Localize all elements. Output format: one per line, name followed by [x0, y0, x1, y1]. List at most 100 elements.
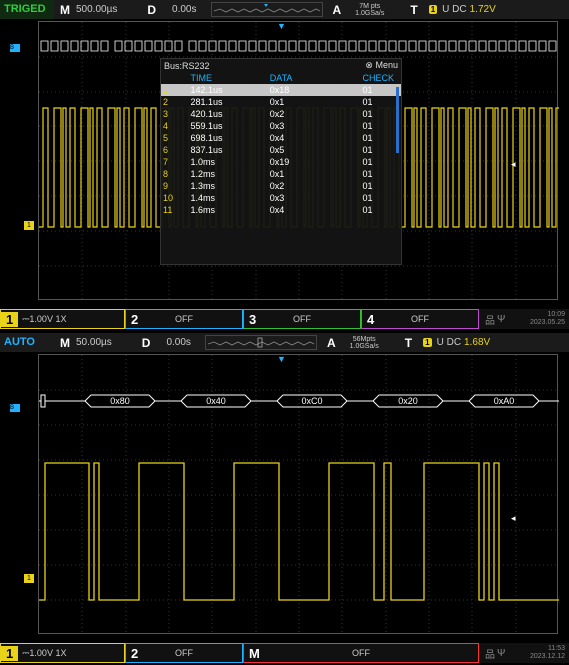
decode-cell-check: 01	[362, 85, 373, 95]
ch1-setting-text: 1.00V 1X	[29, 313, 67, 324]
menu-label: Menu	[375, 60, 398, 70]
memory-overview-2[interactable]	[204, 335, 317, 350]
ch1-number-2: 1	[1, 645, 19, 661]
decode-scrollbar[interactable]	[396, 87, 399, 153]
decode-cell-idx: 11	[163, 205, 173, 215]
ch1-setting-text-2: 1.00V 1X	[29, 647, 67, 658]
channel-bar-top: 1 ⎓1.00V 1X 2 OFF 3 OFF 4 OFF 品 Ψ 10:09 2…	[0, 309, 569, 329]
top-status-bar: TRIGED M 500.00µs D 0.00s A 7M pts 1.0GSa…	[0, 0, 569, 19]
bus-marker-icon[interactable]: B	[10, 404, 20, 412]
timebase-value[interactable]: 500.00µs	[76, 4, 117, 15]
ch4-box[interactable]: 4 OFF	[361, 309, 479, 329]
scope-panel-bottom: AUTO M 50.00µs D 0.00s A 56Mpts 1.0GSa/s …	[0, 333, 569, 665]
circle-x-icon[interactable]: ⊗	[365, 60, 373, 70]
scope-panel-top: TRIGED M 500.00µs D 0.00s A 7M pts 1.0GSa…	[0, 0, 569, 331]
col-time: TIME	[190, 73, 212, 83]
sample-rate-text-2: 1.0GSa/s	[349, 342, 379, 350]
decode-cell-time: 559.1us	[190, 121, 223, 131]
decode-header: Bus:RS232 ⊗ Menu	[161, 59, 401, 72]
decode-row[interactable]: 4 559.1us 0x3 01	[161, 120, 401, 132]
trig-type-2[interactable]: U DC	[437, 337, 461, 348]
trigger-status[interactable]: TRIGED	[0, 0, 54, 19]
decode-rows: 1 142.1us 0x18 01 2 281.1us 0x1 01 3 420.1us 0x2 01…	[161, 84, 401, 216]
decode-cell-check: 01	[362, 109, 373, 119]
decode-row[interactable]: 6 837.1us 0x5 01	[161, 144, 401, 156]
ch1-ground-marker-icon[interactable]: 1	[24, 574, 34, 583]
decode-cell-time: 1.3ms	[190, 181, 215, 191]
decode-cell-idx: 6	[163, 145, 169, 155]
decode-cell-data: 0x1	[269, 169, 285, 179]
waveform-svg-bottom: 0x80 0x40 0xC0 0x20 0xA0	[39, 355, 559, 635]
trig-level-2[interactable]: 1.68V	[464, 337, 490, 348]
trig-level-arrow-icon[interactable]: ◂	[511, 513, 516, 524]
mem-pts-text: 7M pts	[359, 2, 381, 10]
ch1-number: 1	[1, 311, 19, 327]
decode-table-popup[interactable]: Bus:RS232 ⊗ Menu TIME DATA CHECK 1 142.1u…	[160, 58, 402, 265]
mem-depth[interactable]: 7M pts 1.0GSa/s	[355, 3, 384, 17]
mem-depth-2[interactable]: 56Mpts 1.0GSa/s	[350, 336, 379, 350]
decode-row[interactable]: 11 1.6ms 0x4 01	[161, 204, 401, 216]
col-data: DATA	[269, 73, 293, 83]
trig-source-badge: 1	[428, 5, 438, 14]
decode-row[interactable]: 3 420.1us 0x2 01	[161, 108, 401, 120]
decode-cell-idx: 7	[163, 157, 169, 167]
decode-cell-data: 0x3	[269, 193, 285, 203]
trig-level-arrow-icon[interactable]: ◂	[511, 159, 516, 170]
bus-value: 0x20	[398, 396, 418, 406]
decode-cell-check: 01	[362, 97, 373, 107]
decode-cell-idx: 9	[163, 181, 169, 191]
ch1-setting: ⎓1.00V 1X	[22, 313, 67, 324]
trigger-status-auto[interactable]: AUTO	[0, 333, 54, 352]
decode-row[interactable]: 5 698.1us 0x4 01	[161, 132, 401, 144]
decode-cell-data: 0x2	[269, 109, 285, 119]
ch1-box-2[interactable]: 1 ⎓1.00V 1X	[0, 643, 125, 663]
clock: 10:09 2023.05.25	[530, 311, 565, 327]
trigger-pos-marker-icon[interactable]: ▼	[277, 354, 286, 364]
decode-cell-time: 281.1us	[190, 97, 223, 107]
usb-icon: Ψ	[497, 647, 506, 659]
decode-row[interactable]: 9 1.3ms 0x2 01	[161, 180, 401, 192]
channel-bar-bottom: 1 ⎓1.00V 1X 2 OFF M OFF 品 Ψ 11:53 2023.12…	[0, 643, 569, 663]
decode-cell-time: 837.1us	[190, 145, 223, 155]
ch2-box[interactable]: 2 OFF	[125, 309, 243, 329]
timebase-value-2[interactable]: 50.00µs	[76, 337, 112, 348]
delay-value[interactable]: 0.00s	[172, 4, 196, 15]
ch2-box-2[interactable]: 2 OFF	[125, 643, 243, 663]
col-check: CHECK	[362, 73, 395, 83]
delay-value-2[interactable]: 0.00s	[166, 337, 190, 348]
ch1-box[interactable]: 1 ⎓1.00V 1X	[0, 309, 125, 329]
trigger-pos-marker-icon[interactable]: ▼	[277, 21, 286, 31]
decode-cell-check: 01	[362, 205, 373, 215]
decode-cell-time: 1.2ms	[190, 169, 215, 179]
decode-cell-check: 01	[362, 133, 373, 143]
bus-value: 0x80	[110, 396, 130, 406]
network-icon: 品	[485, 315, 495, 327]
bus-title: Bus:RS232	[164, 60, 210, 71]
decode-row[interactable]: 1 142.1us 0x18 01	[161, 84, 401, 96]
decode-cell-data: 0x2	[269, 181, 285, 191]
ch2-state: OFF	[175, 314, 193, 324]
bottom-status-bar: AUTO M 50.00µs D 0.00s A 56Mpts 1.0GSa/s …	[0, 333, 569, 352]
menu-button[interactable]: ⊗ Menu	[365, 60, 398, 71]
decode-row[interactable]: 2 281.1us 0x1 01	[161, 96, 401, 108]
decode-cell-time: 1.6ms	[190, 205, 215, 215]
timebase-label: M	[60, 2, 70, 17]
trig-type[interactable]: U DC	[442, 4, 466, 15]
math-box[interactable]: M OFF	[243, 643, 479, 663]
ch4-state: OFF	[411, 314, 429, 324]
ch2-state-2: OFF	[175, 648, 193, 658]
trig-level[interactable]: 1.72V	[470, 4, 496, 15]
trig-label-2: T	[404, 335, 413, 350]
memory-overview[interactable]	[210, 2, 323, 17]
acq-label-2: A	[326, 335, 336, 350]
sample-rate-text: 1.0GSa/s	[355, 9, 385, 17]
decode-cell-idx: 1	[163, 85, 169, 95]
waveform-grid-bottom[interactable]: 0x80 0x40 0xC0 0x20 0xA0	[38, 354, 559, 635]
decode-row[interactable]: 10 1.4ms 0x3 01	[161, 192, 401, 204]
decode-row[interactable]: 8 1.2ms 0x1 01	[161, 168, 401, 180]
ch3-box[interactable]: 3 OFF	[243, 309, 361, 329]
ch1-ground-marker-icon[interactable]: 1	[24, 221, 34, 230]
decode-row[interactable]: 7 1.0ms 0x19 01	[161, 156, 401, 168]
bus-marker-icon[interactable]: B	[10, 44, 20, 52]
trig-label: T	[410, 2, 418, 17]
